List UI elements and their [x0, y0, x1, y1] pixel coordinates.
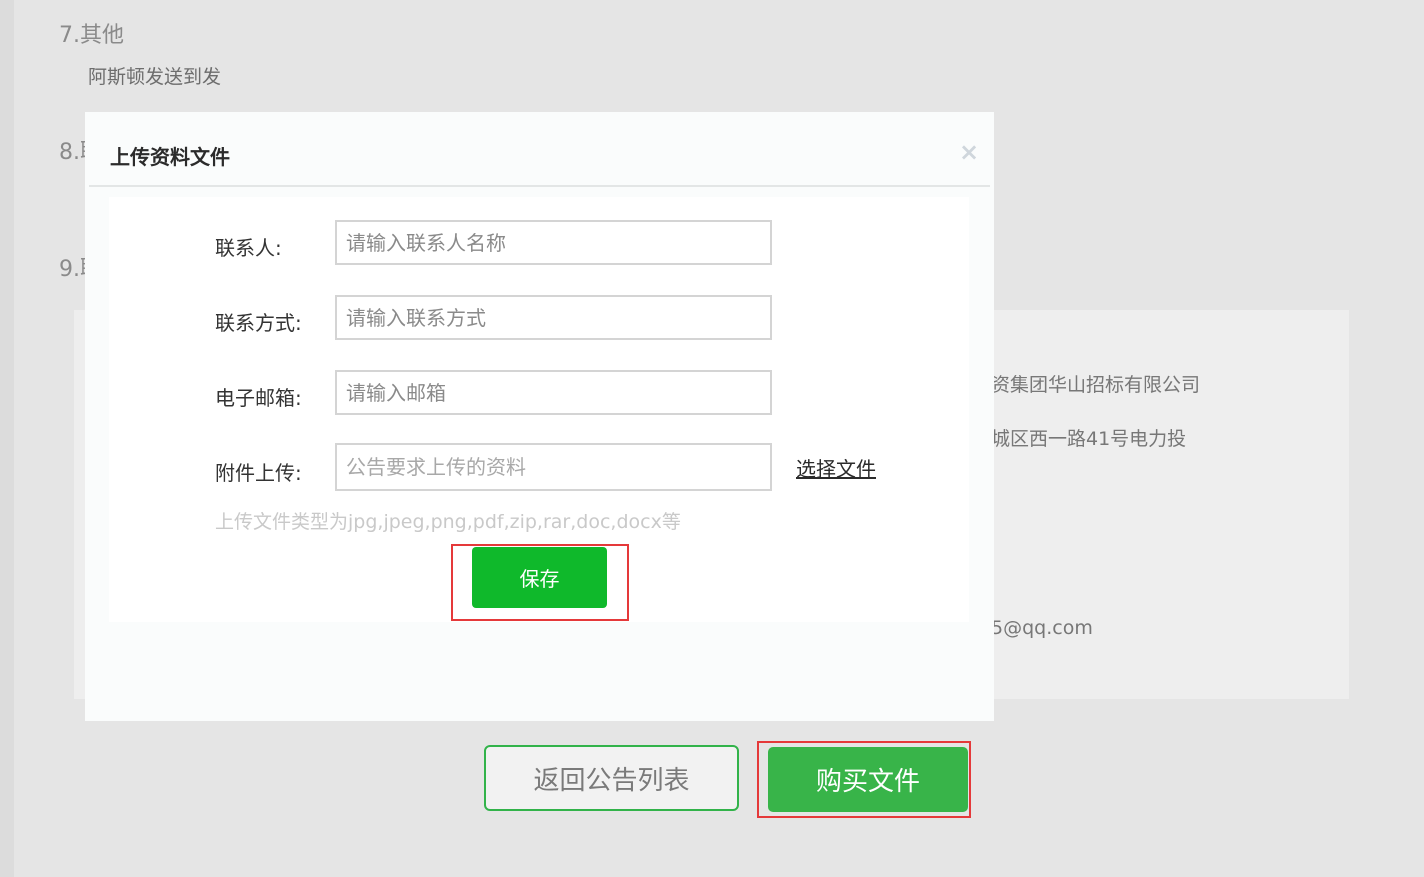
- buy-file-button[interactable]: 购买文件: [768, 747, 968, 812]
- file-type-hint: 上传文件类型为jpg,jpeg,png,pdf,zip,rar,doc,docx…: [215, 511, 681, 533]
- attachment-label: 附件上传:: [215, 461, 302, 485]
- contact-phone-input[interactable]: [335, 295, 772, 340]
- contact-label: 联系人:: [215, 236, 282, 260]
- save-button[interactable]: 保存: [472, 547, 607, 608]
- info-company: 资集团华山招标有限公司: [991, 374, 1201, 396]
- modal-title: 上传资料文件: [110, 145, 230, 169]
- upload-modal: 上传资料文件 × 联系人: 联系方式: 电子邮箱: 附件上传: 选择文件 上传文…: [85, 112, 994, 721]
- return-to-list-button[interactable]: 返回公告列表: [484, 745, 739, 811]
- info-email: 5@qq.com: [991, 617, 1093, 639]
- info-address: 城区西一路41号电力投: [991, 428, 1187, 450]
- contact-name-input[interactable]: [335, 220, 772, 265]
- email-input[interactable]: [335, 370, 772, 415]
- close-icon[interactable]: ×: [959, 138, 979, 166]
- choose-file-link[interactable]: 选择文件: [796, 453, 876, 482]
- attachment-input[interactable]: [335, 443, 772, 491]
- upload-form: 联系人: 联系方式: 电子邮箱: 附件上传: 选择文件 上传文件类型为jpg,j…: [109, 197, 969, 622]
- modal-body: 联系人: 联系方式: 电子邮箱: 附件上传: 选择文件 上传文件类型为jpg,j…: [109, 197, 969, 737]
- email-label: 电子邮箱:: [215, 386, 302, 410]
- phone-label: 联系方式:: [215, 311, 302, 335]
- section-7-title: 7.其他: [59, 23, 124, 48]
- modal-header: 上传资料文件 ×: [89, 112, 990, 187]
- section-7-body: 阿斯顿发送到发: [88, 66, 222, 88]
